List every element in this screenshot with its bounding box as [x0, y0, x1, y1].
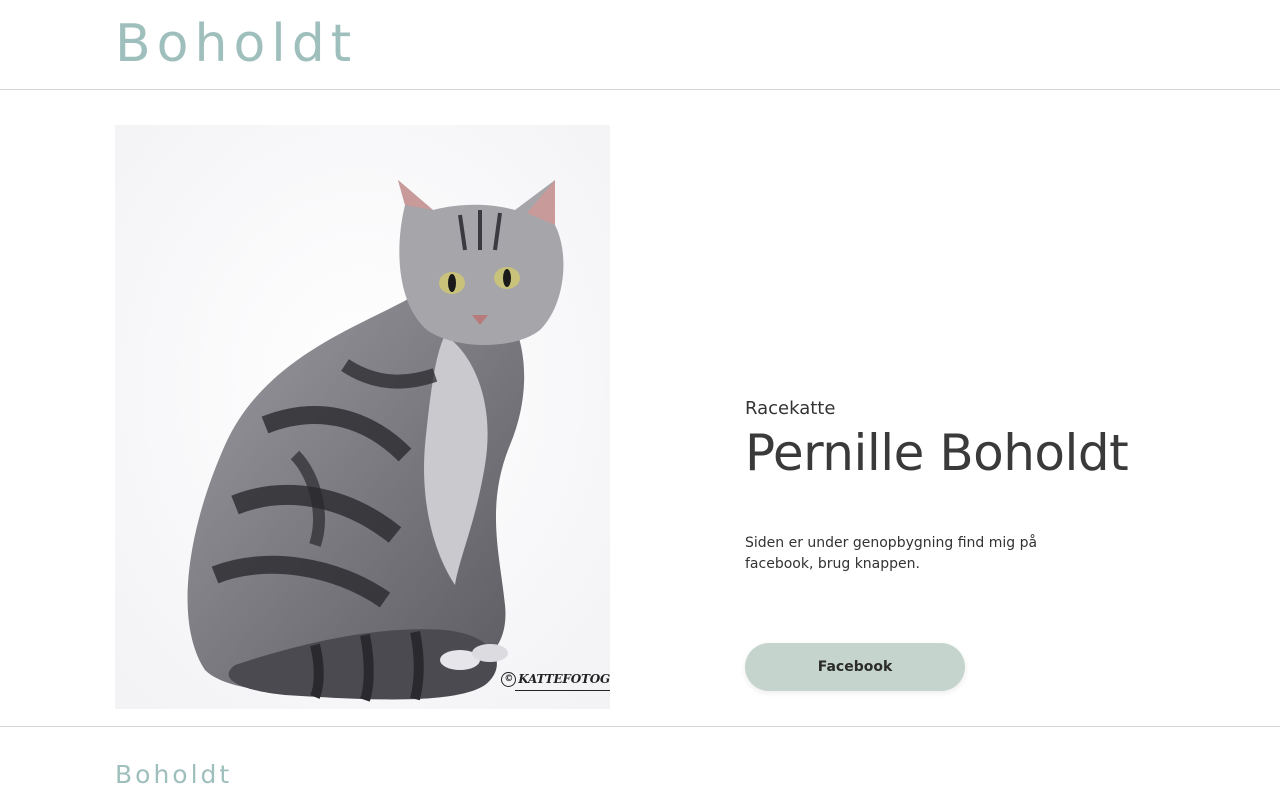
footer-logo[interactable]: Boholdt [115, 760, 232, 790]
cat-illustration [115, 125, 610, 709]
intro-text: Siden er under genopbygning find mig på … [745, 535, 1038, 572]
photo-watermark: © KATTEFOTOG [501, 672, 610, 691]
page-title: Pernille Boholdt [745, 424, 1129, 482]
facebook-button[interactable]: Facebook [745, 643, 965, 691]
page-eyebrow: Racekatte [745, 398, 836, 419]
site-footer: Boholdt [0, 726, 1280, 800]
site-logo[interactable]: Boholdt [115, 12, 357, 76]
site-header: Boholdt [0, 0, 1280, 90]
cat-photo: © KATTEFOTOG [115, 125, 610, 709]
watermark-text: KATTEFOTOG [518, 672, 610, 686]
